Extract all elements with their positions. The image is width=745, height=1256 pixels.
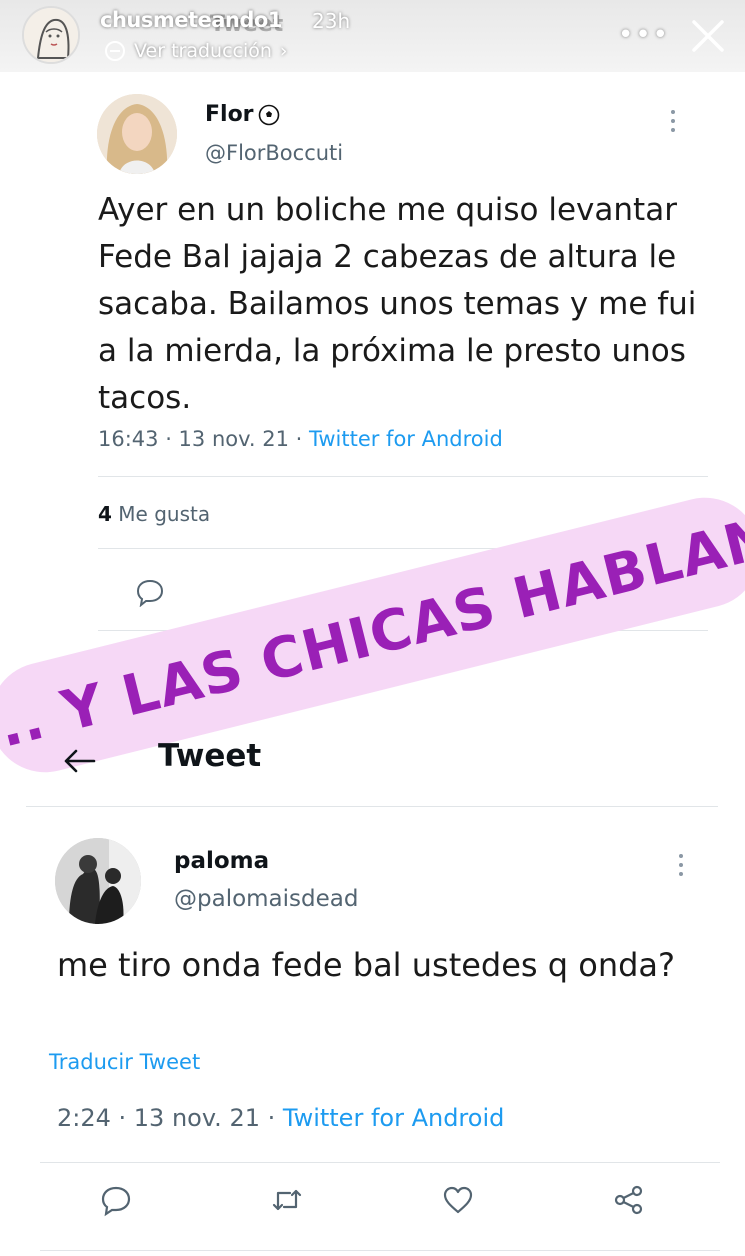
display-name[interactable]: paloma	[174, 848, 269, 874]
avatar[interactable]	[97, 94, 177, 174]
story-more-button[interactable]: •••	[618, 20, 670, 50]
tweet-text: Ayer en un boliche me quiso levantar Fed…	[98, 192, 697, 416]
share-icon[interactable]	[612, 1183, 646, 1217]
display-name-label: Flor	[205, 102, 254, 127]
tweet-source-link[interactable]: Twitter for Android	[309, 427, 503, 451]
tweet-text: me tiro onda fede bal ustedes q onda?	[57, 946, 676, 984]
divider	[26, 806, 718, 807]
divider	[98, 476, 708, 477]
story-avatar[interactable]	[22, 6, 80, 64]
sticker-banner: ... Y LAS CHICAS HABLAN	[0, 486, 745, 784]
avatar[interactable]	[55, 838, 141, 924]
translate-tweet-link[interactable]: Traducir Tweet	[49, 1050, 200, 1074]
story-header: Tweet chusmeteando1 23h Ver traducción ›…	[0, 0, 745, 72]
tweet-source-link[interactable]: Twitter for Android	[283, 1104, 504, 1132]
tweet-timestamp[interactable]: 2:24 · 13 nov. 21 ·	[57, 1104, 283, 1132]
tweet-meta: 16:43 · 13 nov. 21 · Twitter for Android	[98, 427, 503, 451]
translate-icon	[105, 41, 125, 61]
likes-number: 4	[98, 502, 112, 526]
kebab-icon[interactable]	[668, 108, 678, 134]
see-translation-label: Ver traducción	[134, 40, 272, 62]
likes-label: Me gusta	[111, 502, 211, 526]
soccer-ball-icon	[258, 104, 279, 125]
close-icon[interactable]	[690, 18, 726, 54]
like-icon[interactable]	[441, 1183, 475, 1217]
tweet-timestamp[interactable]: 16:43 · 13 nov. 21 ·	[98, 427, 309, 451]
user-handle[interactable]: @FlorBoccuti	[205, 141, 343, 165]
chevron-right-icon: ›	[279, 40, 288, 62]
reply-icon[interactable]	[99, 1183, 133, 1217]
divider	[40, 1162, 720, 1163]
see-translation-link[interactable]: Ver traducción ›	[104, 40, 288, 62]
divider	[40, 1250, 720, 1251]
banner-text: ... Y LAS CHICAS HABLAN	[0, 504, 745, 766]
reply-icon[interactable]	[135, 577, 165, 607]
user-handle[interactable]: @palomaisdead	[174, 886, 358, 912]
tweet-meta: 2:24 · 13 nov. 21 · Twitter for Android	[57, 1104, 504, 1132]
likes-count[interactable]: 4 Me gusta	[98, 502, 210, 526]
retweet-icon[interactable]	[270, 1183, 304, 1217]
page-title: Tweet	[158, 738, 262, 774]
kebab-icon[interactable]	[676, 852, 686, 878]
story-username[interactable]: chusmeteando1	[100, 8, 282, 32]
display-name[interactable]: Flor	[205, 102, 280, 127]
back-arrow-icon[interactable]	[62, 748, 96, 774]
story-time: 23h	[312, 9, 351, 33]
